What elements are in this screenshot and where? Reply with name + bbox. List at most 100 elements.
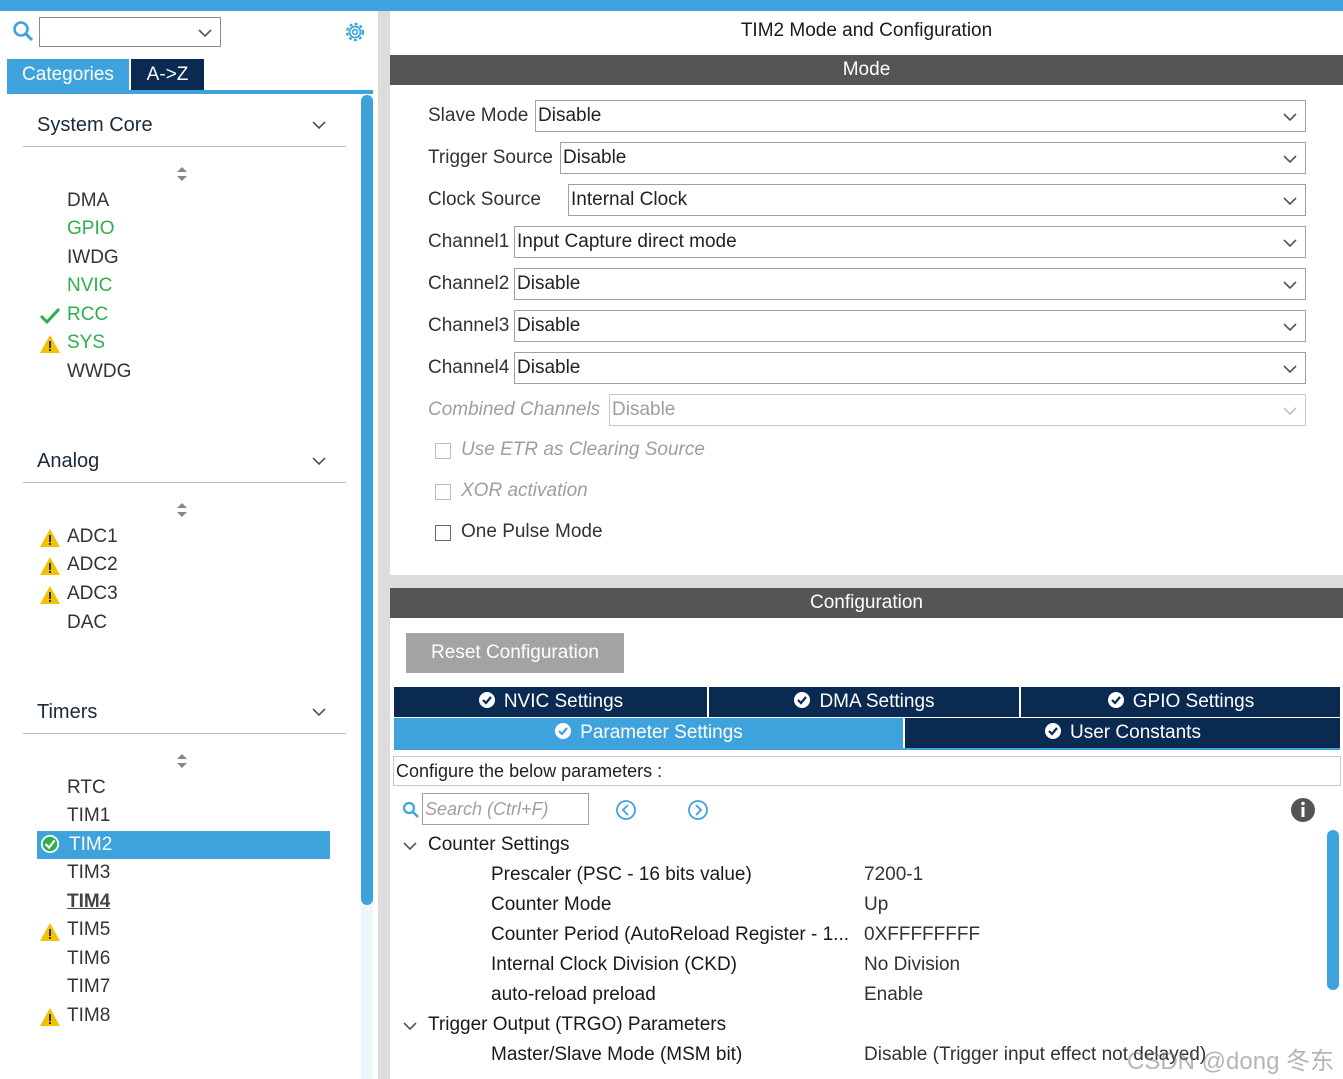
chevron-down-icon bbox=[312, 708, 326, 717]
slave-mode-select[interactable]: Disable bbox=[535, 100, 1306, 132]
parameter-search-input[interactable] bbox=[423, 794, 587, 824]
left-scrollbar-thumb[interactable] bbox=[361, 95, 373, 905]
param-value[interactable]: No Division bbox=[864, 954, 960, 976]
list-item-dma[interactable]: DMA bbox=[67, 188, 109, 214]
tab-user-constants[interactable]: User Constants bbox=[905, 718, 1340, 748]
chevron-down-icon[interactable] bbox=[402, 838, 418, 854]
reset-configuration-button[interactable]: Reset Configuration bbox=[406, 633, 624, 673]
list-item-adc1[interactable]: ADC1 bbox=[67, 524, 118, 550]
previous-result-icon[interactable] bbox=[615, 799, 637, 821]
chevron-down-icon bbox=[1283, 323, 1297, 332]
check-icon bbox=[39, 307, 61, 325]
list-item-tim8[interactable]: TIM8 bbox=[67, 1003, 110, 1029]
one-pulse-mode-checkbox[interactable] bbox=[435, 525, 451, 541]
parameters-description: Configure the below parameters : bbox=[393, 756, 1341, 786]
channel2-value: Disable bbox=[517, 273, 581, 294]
list-item-wwdg[interactable]: WWDG bbox=[67, 359, 131, 385]
parameter-search-box[interactable] bbox=[422, 793, 589, 825]
warning-icon bbox=[40, 557, 60, 575]
parameter-scrollbar-thumb[interactable] bbox=[1327, 830, 1339, 990]
tab-label: User Constants bbox=[1070, 722, 1201, 743]
mode-header-bar: Mode bbox=[390, 55, 1343, 85]
check-circle-icon bbox=[555, 722, 572, 739]
chevron-down-icon[interactable] bbox=[402, 1018, 418, 1034]
tab-dma-settings[interactable]: DMA Settings bbox=[709, 687, 1019, 717]
list-item-tim1[interactable]: TIM1 bbox=[67, 803, 110, 829]
slave-mode-label: Slave Mode bbox=[428, 105, 529, 126]
list-item-adc3[interactable]: ADC3 bbox=[67, 581, 118, 607]
channel4-value: Disable bbox=[517, 357, 581, 378]
section-title: Analog bbox=[37, 450, 100, 472]
list-item-sys[interactable]: SYS bbox=[67, 330, 105, 356]
list-item-nvic[interactable]: NVIC bbox=[67, 273, 112, 299]
chevron-down-icon bbox=[312, 457, 326, 466]
tab-categories[interactable]: Categories bbox=[7, 59, 129, 90]
sort-icon[interactable] bbox=[175, 502, 189, 518]
tab-a-to-z[interactable]: A->Z bbox=[131, 59, 204, 90]
param-value[interactable]: Enable bbox=[864, 984, 923, 1006]
channel3-select[interactable]: Disable bbox=[514, 310, 1306, 342]
param-name: Counter Period (AutoReload Register - 1.… bbox=[491, 924, 850, 945]
trigger-source-label: Trigger Source bbox=[428, 147, 553, 168]
list-item-tim6[interactable]: TIM6 bbox=[67, 946, 110, 972]
slave-mode-value: Disable bbox=[538, 105, 602, 126]
list-item-tim2[interactable]: TIM2 bbox=[69, 832, 112, 858]
list-item-tim3[interactable]: TIM3 bbox=[67, 860, 110, 886]
list-item-rcc[interactable]: RCC bbox=[67, 302, 108, 328]
next-result-icon[interactable] bbox=[687, 799, 709, 821]
page-title: TIM2 Mode and Configuration bbox=[740, 20, 993, 41]
trigger-source-select[interactable]: Disable bbox=[560, 142, 1306, 174]
section-timers[interactable]: Timers bbox=[23, 697, 346, 734]
section-title: System Core bbox=[37, 114, 153, 136]
section-system-core[interactable]: System Core bbox=[23, 110, 346, 147]
check-circle-icon bbox=[1107, 691, 1124, 708]
list-item-tim4[interactable]: TIM4 bbox=[67, 889, 110, 915]
search-icon[interactable] bbox=[12, 20, 34, 42]
clock-source-label: Clock Source bbox=[428, 189, 541, 210]
tab-nvic-settings[interactable]: NVIC Settings bbox=[394, 687, 707, 717]
panel-splitter[interactable] bbox=[378, 11, 390, 1079]
warning-icon bbox=[40, 586, 60, 604]
one-pulse-mode-label[interactable]: One Pulse Mode bbox=[461, 521, 603, 543]
list-item-rtc[interactable]: RTC bbox=[67, 775, 106, 801]
tab-parameter-settings[interactable]: Parameter Settings bbox=[394, 718, 903, 748]
search-icon[interactable] bbox=[402, 801, 420, 819]
info-icon[interactable] bbox=[1290, 797, 1316, 823]
chevron-down-icon bbox=[198, 29, 212, 38]
sort-icon[interactable] bbox=[175, 166, 189, 182]
chevron-down-icon bbox=[1283, 365, 1297, 374]
param-value[interactable]: 0XFFFFFFFF bbox=[864, 924, 980, 946]
combined-channels-select: Disable bbox=[609, 394, 1306, 426]
section-analog[interactable]: Analog bbox=[23, 446, 346, 483]
combined-channels-label: Combined Channels bbox=[428, 399, 601, 420]
channel4-select[interactable]: Disable bbox=[514, 352, 1306, 384]
list-item-adc2[interactable]: ADC2 bbox=[67, 552, 118, 578]
tab-gpio-settings[interactable]: GPIO Settings bbox=[1021, 687, 1340, 717]
param-name: auto-reload preload bbox=[491, 984, 656, 1005]
check-circle-icon bbox=[794, 691, 811, 708]
channel1-select[interactable]: Input Capture direct mode bbox=[514, 226, 1306, 258]
gear-icon[interactable] bbox=[342, 19, 368, 45]
chevron-down-icon bbox=[1283, 155, 1297, 164]
tab-label: Parameter Settings bbox=[580, 722, 743, 743]
group-counter-settings[interactable]: Counter Settings bbox=[428, 834, 570, 856]
list-item-dac[interactable]: DAC bbox=[67, 610, 107, 636]
list-item-tim7[interactable]: TIM7 bbox=[67, 974, 110, 1000]
search-combo[interactable] bbox=[39, 17, 221, 47]
param-value[interactable]: Up bbox=[864, 894, 888, 916]
param-value[interactable]: 7200-1 bbox=[864, 864, 923, 886]
channel2-select[interactable]: Disable bbox=[514, 268, 1306, 300]
combined-channels-value: Disable bbox=[612, 399, 676, 420]
group-trigger-output[interactable]: Trigger Output (TRGO) Parameters bbox=[428, 1014, 726, 1036]
chevron-down-icon bbox=[1283, 113, 1297, 122]
sort-icon[interactable] bbox=[175, 753, 189, 769]
list-item-iwdg[interactable]: IWDG bbox=[67, 245, 119, 271]
section-title: Timers bbox=[37, 701, 98, 723]
warning-icon bbox=[40, 923, 60, 941]
trigger-source-value: Disable bbox=[563, 147, 627, 168]
list-item-tim5[interactable]: TIM5 bbox=[67, 917, 110, 943]
chevron-down-icon bbox=[1283, 407, 1297, 416]
panel-splitter-horizontal[interactable] bbox=[390, 575, 1343, 588]
clock-source-select[interactable]: Internal Clock bbox=[568, 184, 1306, 216]
list-item-gpio[interactable]: GPIO bbox=[67, 216, 115, 242]
